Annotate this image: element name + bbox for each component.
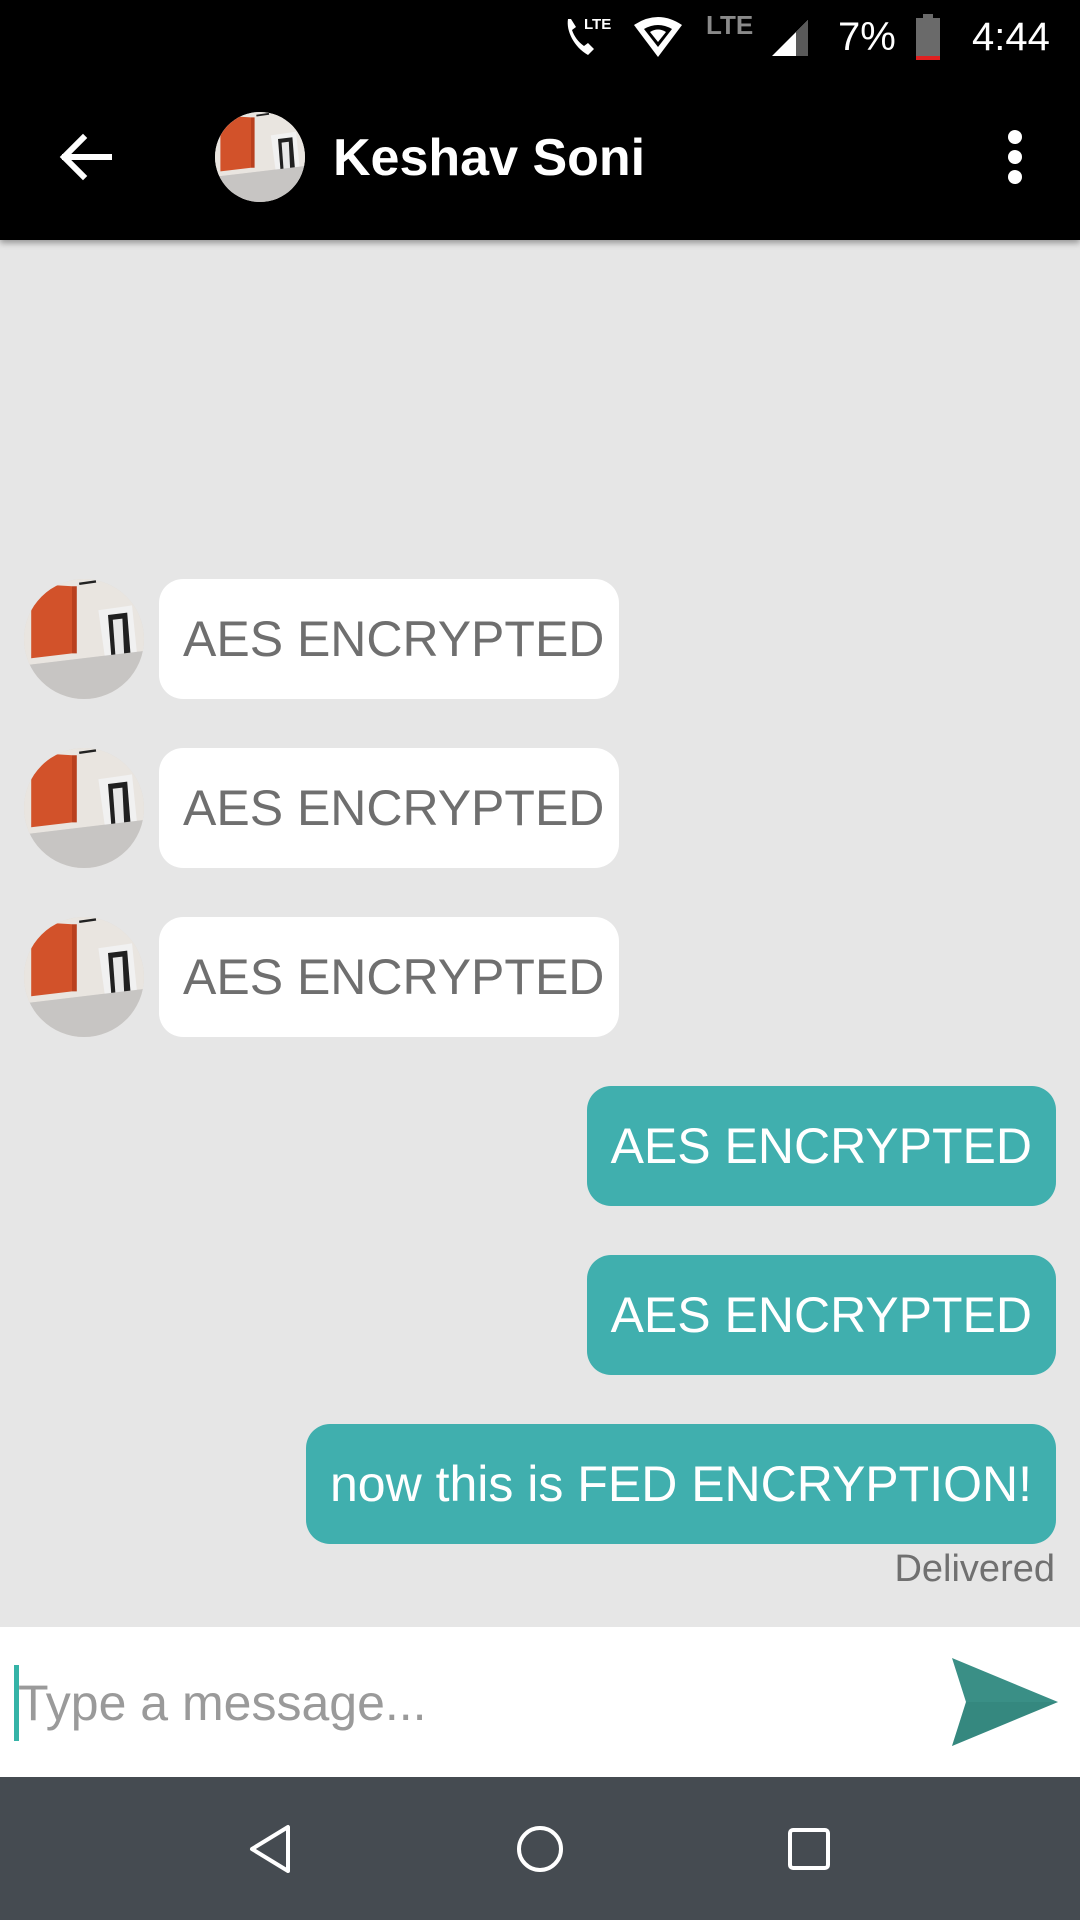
lte-label: LTE xyxy=(706,10,754,40)
delivery-status: Delivered xyxy=(894,1548,1055,1590)
send-button[interactable] xyxy=(948,1654,1062,1750)
call-lte-label: LTE xyxy=(584,16,611,33)
contact-avatar[interactable] xyxy=(215,112,305,202)
back-button[interactable] xyxy=(45,117,125,197)
incoming-message-bubble[interactable]: AES ENCRYPTED xyxy=(159,748,619,868)
more-options-button[interactable] xyxy=(985,117,1045,197)
incoming-message-bubble[interactable]: AES ENCRYPTED xyxy=(159,917,619,1037)
nav-back-button[interactable] xyxy=(228,1807,312,1891)
system-nav-bar xyxy=(0,1777,1080,1920)
signal-icon xyxy=(770,0,810,75)
back-arrow-icon xyxy=(59,133,112,181)
status-bar: LTE LTE 7% 4:44 xyxy=(0,0,1080,75)
wifi-icon xyxy=(630,0,686,75)
message-composer xyxy=(0,1627,1080,1777)
recents-square-icon xyxy=(788,1828,830,1870)
clock-time: 4:44 xyxy=(972,15,1050,59)
app-bar: Keshav Soni xyxy=(0,75,1080,240)
message-input[interactable] xyxy=(16,1652,920,1754)
sender-avatar[interactable] xyxy=(24,917,144,1037)
back-triangle-icon xyxy=(250,1825,290,1873)
battery-percent: 7% xyxy=(838,15,896,59)
contact-name[interactable]: Keshav Soni xyxy=(333,123,645,193)
nav-recents-button[interactable] xyxy=(767,1807,851,1891)
more-vert-icon xyxy=(1008,130,1022,184)
outgoing-message-bubble[interactable]: AES ENCRYPTED xyxy=(586,1255,1056,1375)
send-icon xyxy=(952,1658,1058,1746)
incoming-message-bubble[interactable]: AES ENCRYPTED xyxy=(159,579,619,699)
battery-icon xyxy=(914,0,942,75)
outgoing-message-bubble[interactable]: now this is FED ENCRYPTION! xyxy=(305,1424,1056,1544)
outgoing-message-bubble[interactable]: AES ENCRYPTED xyxy=(586,1086,1056,1206)
sender-avatar[interactable] xyxy=(24,748,144,868)
sender-avatar[interactable] xyxy=(24,579,144,699)
home-circle-icon xyxy=(517,1826,563,1872)
call-icon: LTE xyxy=(562,0,618,75)
nav-home-button[interactable] xyxy=(498,1807,582,1891)
